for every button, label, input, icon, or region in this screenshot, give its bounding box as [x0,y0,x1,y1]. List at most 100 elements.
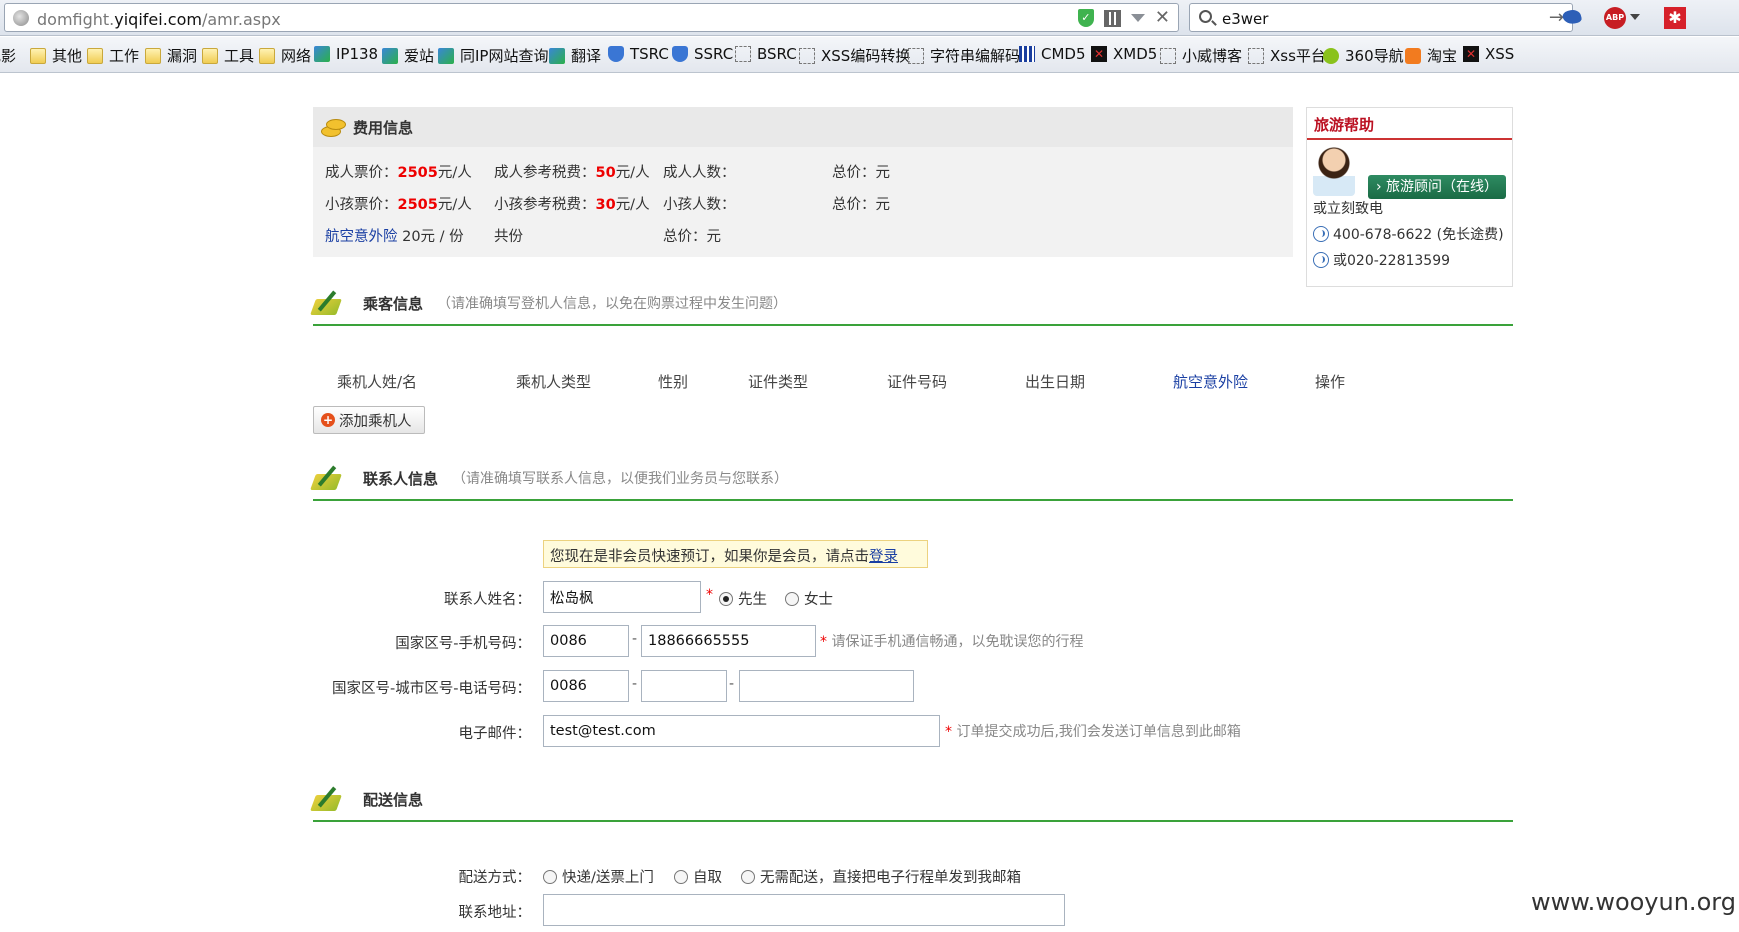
adblock-dropdown-icon[interactable] [1630,14,1640,20]
phone-number-input[interactable] [739,670,914,702]
passenger-column-header[interactable]: 航空意外险 [1173,371,1248,392]
passenger-table-header: 乘机人姓/名 乘机人类型 性别 证件类型 证件号码 出生日期 航空意外险 操作 [313,371,1513,401]
bookmark-item[interactable]: 同IP网站查询 [438,45,548,66]
member-notice: 您现在是非会员快速预订，如果你是会员，请点击登录 [543,540,928,568]
qr-code-icon[interactable] [1103,9,1121,27]
close-icon[interactable]: ✕ [1155,9,1170,27]
dropdown-arrow-icon[interactable] [1130,14,1145,22]
browser-toolbar: domfight.yiqifei.com/amr.aspx ✓ ✕ e3wer … [0,0,1739,36]
bookmark-icon: ✕ [1463,46,1479,62]
url-text[interactable]: domfight.yiqifei.com/amr.aspx [37,10,281,29]
delivery-section-header: 配送信息 [313,778,1513,822]
fee-cell: 小孩人数： [663,197,736,213]
fee-header: 费用信息 [313,107,1293,147]
login-link[interactable]: 登录 [869,549,898,565]
bookmark-icon [908,47,924,64]
insurance-row: 航空意外险 20元 / 份 共份 总价：元 [325,225,1285,257]
addon-red-icon[interactable]: ✱ [1664,7,1686,29]
bookmark-icon [314,46,330,62]
bookmark-label: XSS [1485,45,1515,63]
pen-icon [313,785,349,813]
bookmark-item[interactable]: TSRC [608,45,669,63]
bookmark-item[interactable]: 翻译 [549,45,601,66]
bookmark-icon [549,47,565,64]
bookmark-item[interactable]: 字符串编解码 [908,45,1020,66]
fee-grid: 成人票价：2505元/人 成人参考税费：50元/人 成人人数： 总价：元 小孩票价：25… [325,161,1285,225]
bookmark-label: 小威博客 [1182,47,1243,65]
delivery-option-express[interactable]: 快递/送票上门 [543,866,654,887]
bookmark-item[interactable]: 淘宝 [1405,45,1457,66]
gender-male-option[interactable]: 先生 [719,588,767,609]
phone-city-input[interactable] [641,670,727,702]
address-bar[interactable]: domfight.yiqifei.com/amr.aspx ✓ ✕ [4,3,1179,32]
radio-pickup[interactable] [674,870,688,884]
bookmark-item[interactable]: 漏洞 [145,45,197,66]
delivery-option-email[interactable]: 无需配送，直接把电子行程单发到我邮箱 [741,866,1021,887]
bookmark-item[interactable]: IP138 [314,45,378,63]
bookmark-item[interactable]: 工作 [87,45,139,66]
bookmark-item[interactable]: BSRC [735,45,797,63]
bookmark-item[interactable]: 爱站 [382,45,434,66]
search-input[interactable]: e3wer [1222,10,1268,28]
bookmarks-bar: 电影 其他 工作 漏洞 工具 网络 IP138 爱站 同IP网站查询 翻译 TSRC SSRC BSRC… [0,37,1739,73]
phone-country-input[interactable] [543,670,629,702]
passenger-column-header: 证件号码 [887,373,948,391]
email-row: 电子邮件： * 订单提交成功后,我们会发送订单信息到此邮箱 [313,715,1513,749]
mobile-number-input[interactable] [641,625,816,657]
help-title: 旅游帮助 [1307,108,1512,140]
search-bar[interactable]: e3wer → [1189,3,1573,32]
bookmark-item[interactable]: 其他 [30,45,82,66]
insurance-count: 共份 [494,229,523,245]
phone-number-1: 400-678-6622 (免长途费) [1333,227,1504,243]
bookmark-label: 网络 [281,47,312,65]
bookmark-item[interactable]: XSS编码转换 [799,45,910,66]
phone-icon [1313,226,1329,242]
bookmark-item[interactable]: CMD5 [1019,45,1086,63]
bookmark-icon [1405,47,1421,64]
email-input[interactable] [543,715,940,747]
fee-cell: 总价：元 [832,165,890,181]
radio-express[interactable] [543,870,557,884]
insurance-link[interactable]: 航空意外险 [325,229,398,245]
search-go-icon[interactable]: → [1549,7,1564,28]
adblock-icon[interactable]: ABP [1604,7,1626,29]
address-input[interactable] [543,894,1065,926]
globe-icon [13,10,29,26]
bookmark-item[interactable]: 工具 [202,45,254,66]
delivery-title: 配送信息 [363,790,424,809]
security-shield-icon[interactable]: ✓ [1077,9,1094,27]
insurance-price: 20元 / 份 [397,229,464,245]
bookmark-item[interactable]: 360导航 [1323,45,1404,66]
passenger-column-header: 乘机人类型 [516,373,592,391]
contact-section-header: 联系人信息 （请准确填写联系人信息，以便我们业务员与您联系） [313,457,1513,501]
bookmark-icon [1019,46,1035,62]
bookmark-item[interactable]: Xss平台 [1248,45,1326,66]
passenger-column-header: 乘机人姓/名 [337,373,418,391]
bookmark-icon: ✕ [1091,46,1107,62]
online-consultant-button[interactable]: › 旅游顾问（在线） [1368,175,1506,199]
bookmark-label: XMD5 [1113,45,1158,63]
radio-email[interactable] [741,870,755,884]
folder-icon [87,47,103,64]
bookmark-item[interactable]: ✕ XSS [1463,45,1514,63]
call-text: 或立刻致电 [1313,201,1383,217]
bookmark-label: 爱站 [404,47,435,65]
delivery-option-pickup[interactable]: 自取 [674,866,722,887]
radio-male[interactable] [719,592,733,606]
gender-female-option[interactable]: 女士 [785,588,833,609]
bookmark-label: 其他 [52,47,83,65]
passenger-column-header: 性别 [658,373,689,391]
passenger-column-header: 出生日期 [1025,373,1086,391]
bookmark-item[interactable]: SSRC [672,45,733,63]
contact-name-input[interactable] [543,581,701,613]
bookmark-item[interactable]: 电影 [0,45,16,66]
mobile-country-input[interactable] [543,625,629,657]
bookmark-item[interactable]: 小威博客 [1160,45,1242,66]
bookmark-item[interactable]: ✕ XMD5 [1091,45,1157,63]
add-passenger-button[interactable]: + 添加乘机人 [313,406,425,434]
passenger-column-header: 证件类型 [748,373,809,391]
mobile-row: 国家区号-手机号码： - * 请保证手机通信畅通，以免耽误您的行程 [313,625,1513,659]
bookmark-label: XSS编码转换 [821,47,911,65]
radio-female[interactable] [785,592,799,606]
bookmark-item[interactable]: 网络 [259,45,311,66]
